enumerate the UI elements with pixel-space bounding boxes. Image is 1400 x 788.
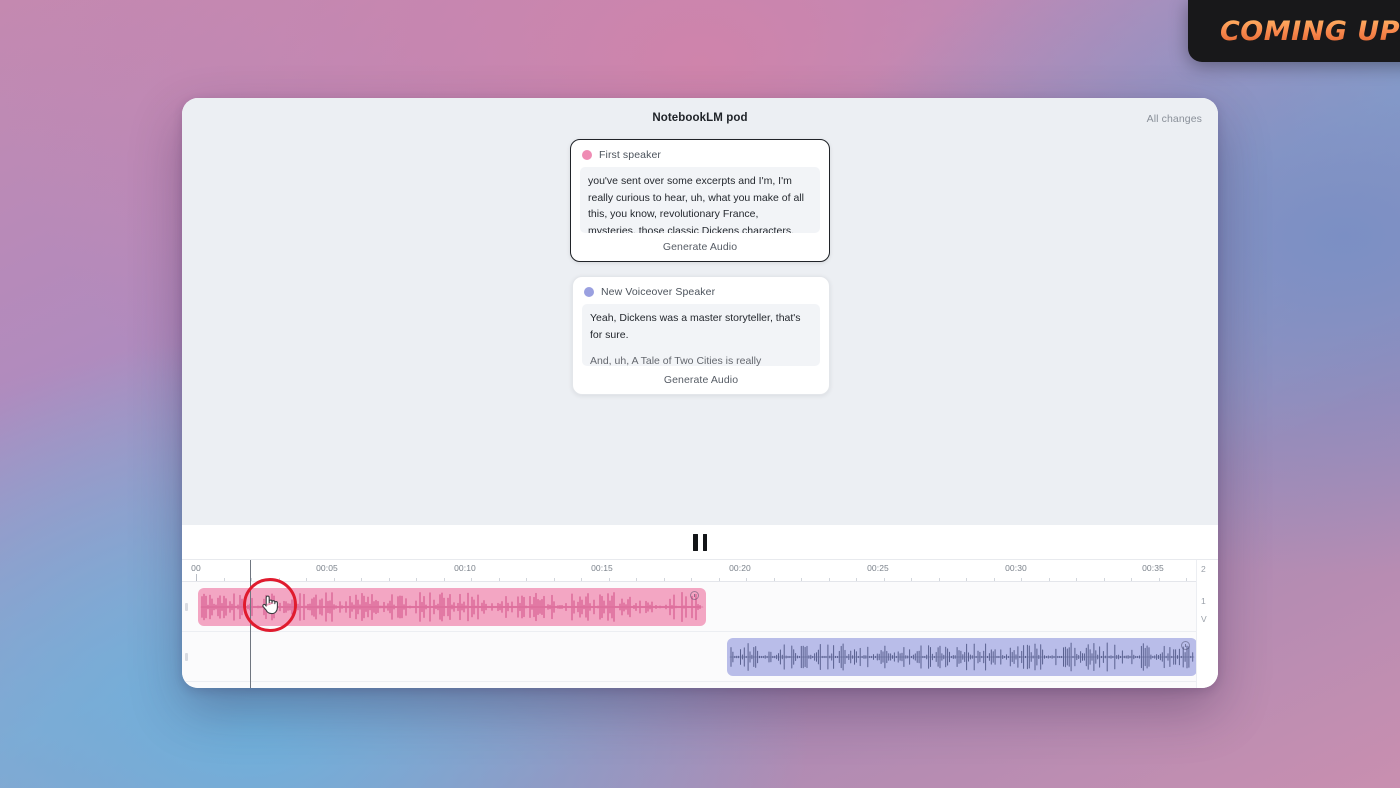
script-line: this, you know, revolutionary France, (588, 208, 759, 220)
playhead[interactable] (250, 560, 251, 688)
script-line: you've sent over some excerpts and I'm, … (588, 175, 792, 187)
all-changes-status[interactable]: All changes (1147, 113, 1202, 125)
ruler-minor-tick (1131, 577, 1132, 581)
clip-options-icon[interactable] (690, 591, 699, 600)
generate-audio-button[interactable]: Generate Audio (582, 371, 820, 387)
lane-handle-icon (185, 603, 188, 611)
ruler-minor-tick (1076, 577, 1077, 581)
ruler-minor-tick (636, 577, 637, 581)
ruler-minor-tick (1159, 577, 1160, 581)
screen-root: COMING UP NotebookLM pod All changes Fir… (0, 0, 1400, 788)
ruler-tick-label: 00 (191, 563, 201, 573)
timeline-right-strip: 2 1 V (1196, 560, 1218, 688)
editor-header: NotebookLM pod All changes (182, 98, 1218, 134)
speaker-name-label: First speaker (599, 149, 661, 161)
ruler-minor-tick (1186, 577, 1187, 581)
pause-icon-bar-right (702, 533, 707, 551)
ruler-minor-tick (664, 577, 665, 581)
page-title: NotebookLM pod (652, 112, 748, 124)
playhead-handle-icon[interactable] (245, 559, 257, 560)
ruler-minor-tick (334, 577, 335, 581)
pause-button[interactable] (687, 532, 713, 552)
speaker-header: New Voiceover Speaker (582, 285, 820, 304)
ruler-minor-tick (416, 577, 417, 581)
ruler-tick-label: 00:05 (316, 563, 338, 573)
ruler-minor-tick (1049, 577, 1050, 581)
ruler-minor-tick (856, 577, 857, 581)
ruler-tick-label: 00:10 (454, 563, 476, 573)
strip-label: 2 (1201, 564, 1206, 574)
ruler-minor-tick (801, 577, 802, 581)
coming-up-label: COMING UP (1219, 15, 1400, 47)
timeline-lane-1[interactable] (182, 582, 1218, 632)
strip-label: 1 (1201, 596, 1206, 606)
ruler-tick-label: 00:30 (1005, 563, 1027, 573)
strip-label: V (1201, 614, 1207, 624)
generate-audio-button[interactable]: Generate Audio (580, 238, 820, 254)
ruler-minor-tick (224, 577, 225, 581)
app-window: NotebookLM pod All changes First speaker… (182, 98, 1218, 688)
ruler-minor-tick (279, 577, 280, 581)
ruler-minor-tick (774, 577, 775, 581)
speaker-block-first[interactable]: First speaker you've sent over some exce… (570, 139, 830, 262)
ruler-minor-tick (526, 577, 527, 581)
ruler-minor-tick (499, 577, 500, 581)
script-line: really curious to hear, uh, what you mak… (588, 191, 804, 204)
speaker-header: First speaker (580, 148, 820, 167)
speaker-name-label: New Voiceover Speaker (601, 286, 716, 298)
ruler-minor-tick (306, 577, 307, 581)
timeline-lane-2[interactable] (182, 632, 1218, 682)
script-line: Yeah, Dickens was a master storyteller, … (590, 312, 801, 324)
speaker-color-dot-icon (584, 287, 594, 297)
speaker-block-voiceover[interactable]: New Voiceover Speaker Yeah, Dickens was … (572, 276, 830, 395)
speaker-color-dot-icon (582, 150, 592, 160)
script-text-area[interactable]: you've sent over some excerpts and I'm, … (580, 167, 820, 233)
ruler-tick-label: 00:35 (1142, 563, 1164, 573)
ruler-minor-tick (581, 577, 582, 581)
ruler-minor-tick (939, 577, 940, 581)
ruler-minor-tick (1021, 577, 1022, 581)
ruler-minor-tick (389, 577, 390, 581)
script-editor-pane: NotebookLM pod All changes First speaker… (182, 98, 1218, 525)
script-line-clipped: And, uh, A Tale of Two Cities is really (590, 355, 762, 366)
ruler-tick-label: 00:20 (729, 563, 751, 573)
script-line: mysteries, those classic Dickens charact… (588, 224, 794, 234)
waveform-blue-icon (729, 642, 1195, 672)
waveform-pink-icon (200, 591, 704, 623)
ruler-minor-tick (471, 577, 472, 581)
ruler-tick-label: 00:15 (591, 563, 613, 573)
coming-up-badge: COMING UP (1188, 0, 1400, 62)
ruler-minor-tick (911, 577, 912, 581)
ruler-minor-tick (444, 577, 445, 581)
ruler-minor-tick (746, 577, 747, 581)
script-line: for sure. (590, 328, 629, 341)
voiceover-speaker-clip[interactable] (727, 638, 1197, 676)
ruler-minor-tick (994, 577, 995, 581)
pause-icon-bar-left (693, 533, 698, 551)
lane-handle-icon (185, 653, 188, 661)
timeline-panel[interactable]: 00 00:05 00:10 00:15 00:20 00:25 00:30 0… (182, 559, 1218, 688)
ruler-minor-tick (609, 577, 610, 581)
clip-options-icon[interactable] (1181, 641, 1190, 650)
ruler-minor-tick (554, 577, 555, 581)
script-text-area[interactable]: Yeah, Dickens was a master storyteller, … (582, 304, 820, 366)
ruler-minor-tick (966, 577, 967, 581)
timeline-ruler[interactable]: 00 00:05 00:10 00:15 00:20 00:25 00:30 0… (182, 560, 1218, 582)
ruler-minor-tick (884, 577, 885, 581)
transport-bar (182, 525, 1218, 559)
first-speaker-clip[interactable] (198, 588, 706, 626)
ruler-minor-tick (1104, 577, 1105, 581)
ruler-minor-tick (829, 577, 830, 581)
ruler-minor-tick (361, 577, 362, 581)
ruler-major-tick (196, 574, 197, 581)
ruler-minor-tick (719, 577, 720, 581)
ruler-minor-tick (691, 577, 692, 581)
ruler-minor-tick (251, 577, 252, 581)
ruler-tick-label: 00:25 (867, 563, 889, 573)
